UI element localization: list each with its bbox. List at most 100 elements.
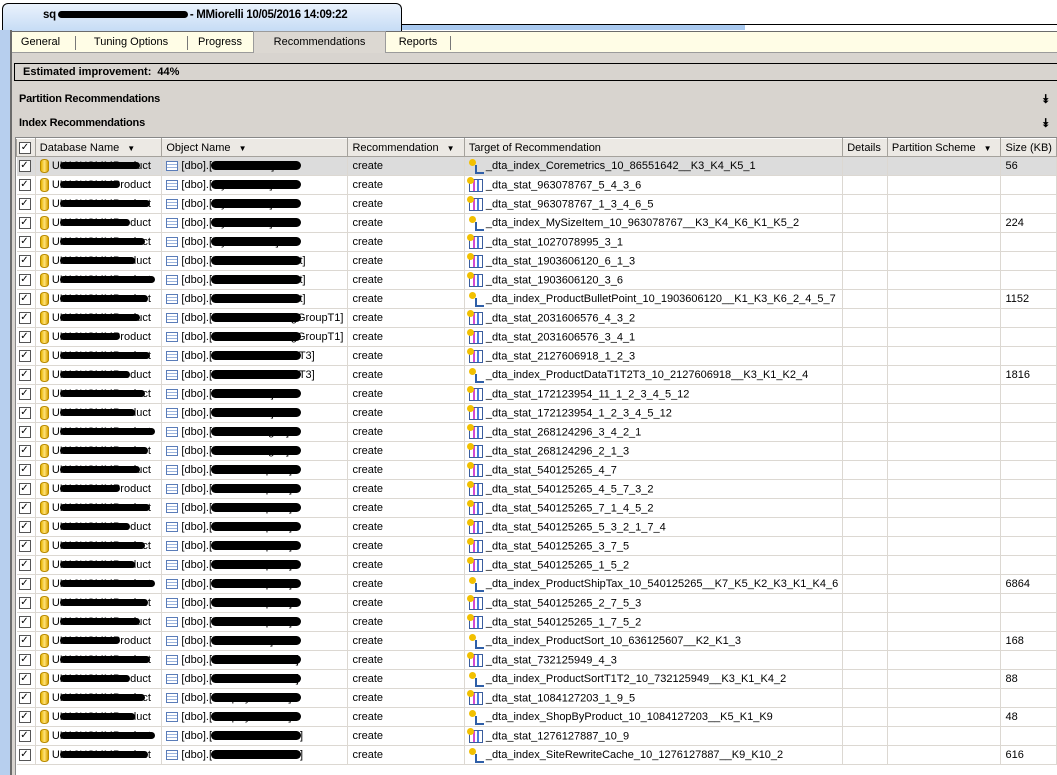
details-cell[interactable] (842, 403, 888, 423)
table-row[interactable]: ✓ UK16HSMMProduct [dbo].[Coremetrics] cre… (16, 156, 1057, 176)
table-row[interactable]: ✓ UK16HSMMProduct [dbo].[MySizeItem] crea… (16, 194, 1057, 214)
details-cell[interactable] (842, 536, 888, 556)
table-row[interactable]: ✓ UK16HSMMProduct [dbo].[ProductShipTax]… (16, 555, 1057, 575)
column-header-size-kb[interactable]: Size (KB) (1000, 138, 1057, 157)
row-checkbox[interactable]: ✓ (18, 464, 31, 477)
row-checkbox[interactable]: ✓ (18, 331, 31, 344)
filter-dropdown-icon[interactable]: ▼ (447, 144, 455, 153)
collapse-chevron-icon[interactable]: ⯯ (1042, 112, 1049, 134)
row-checkbox-cell[interactable]: ✓ (16, 175, 36, 195)
row-checkbox-cell[interactable]: ✓ (16, 574, 36, 594)
row-checkbox-cell[interactable]: ✓ (16, 669, 36, 689)
details-cell[interactable] (842, 156, 888, 176)
row-checkbox-cell[interactable]: ✓ (16, 441, 36, 461)
row-checkbox[interactable]: ✓ (18, 597, 31, 610)
table-row[interactable]: ✓ UK16HSMMProduct [dbo].[ProductShipTax]… (16, 574, 1057, 594)
row-checkbox-cell[interactable]: ✓ (16, 631, 36, 651)
table-row[interactable]: ✓ UK16HSMMProduct [dbo].[ProductBulletPo… (16, 251, 1057, 271)
row-checkbox[interactable]: ✓ (18, 483, 31, 496)
tab-general[interactable]: General (12, 32, 69, 53)
details-cell[interactable] (842, 289, 888, 309)
row-checkbox[interactable]: ✓ (18, 293, 31, 306)
table-row[interactable]: ✓ UK16HSMMProduct [dbo].[ProductClassSeg… (16, 327, 1057, 347)
row-checkbox[interactable]: ✓ (18, 274, 31, 287)
row-checkbox-cell[interactable]: ✓ (16, 593, 36, 613)
details-cell[interactable] (842, 612, 888, 632)
column-header-object-name[interactable]: Object Name ▼ (161, 138, 349, 157)
table-row[interactable]: ✓ UK16HSMMProduct [dbo].[ProductShipTax]… (16, 593, 1057, 613)
filter-dropdown-icon[interactable]: ▼ (239, 144, 247, 153)
row-checkbox-cell[interactable]: ✓ (16, 612, 36, 632)
table-row[interactable]: ✓ UK16HSMMProduct [dbo].[ProductSortT1T2… (16, 650, 1057, 670)
row-checkbox[interactable]: ✓ (18, 730, 31, 743)
row-checkbox[interactable]: ✓ (18, 179, 31, 192)
details-cell[interactable] (842, 422, 888, 442)
select-all-checkbox[interactable]: ✓ (19, 141, 31, 154)
row-checkbox[interactable]: ✓ (18, 312, 31, 325)
details-cell[interactable] (842, 707, 888, 727)
table-row[interactable]: ✓ UK16HSMMProduct [dbo].[MySizeItem] crea… (16, 175, 1057, 195)
details-cell[interactable] (842, 498, 888, 518)
row-checkbox-cell[interactable]: ✓ (16, 213, 36, 233)
row-checkbox[interactable]: ✓ (18, 217, 31, 230)
details-cell[interactable] (842, 650, 888, 670)
table-row[interactable]: ✓ UK16HSMMProduct [dbo].[SiteRewriteCach… (16, 726, 1057, 746)
row-checkbox-cell[interactable]: ✓ (16, 688, 36, 708)
row-checkbox-cell[interactable]: ✓ (16, 745, 36, 765)
row-checkbox[interactable]: ✓ (18, 540, 31, 553)
row-checkbox[interactable]: ✓ (18, 198, 31, 211)
table-row[interactable]: ✓ UK16HSMMProduct [dbo].[ProductSortT1T2… (16, 669, 1057, 689)
tab-reports[interactable]: Reports (387, 32, 449, 53)
table-row[interactable]: ✓ UK16HSMMProduct [dbo].[ProductImages] c… (16, 441, 1057, 461)
row-checkbox-cell[interactable]: ✓ (16, 327, 36, 347)
row-checkbox[interactable]: ✓ (18, 236, 31, 249)
row-checkbox[interactable]: ✓ (18, 749, 31, 762)
table-row[interactable]: ✓ UK16HSMMProduct [dbo].[ProductDataT1T2… (16, 346, 1057, 366)
row-checkbox-cell[interactable]: ✓ (16, 650, 36, 670)
row-checkbox[interactable]: ✓ (18, 654, 31, 667)
table-row[interactable]: ✓ UK16HSMMProduct [dbo].[ProductShipTax]… (16, 517, 1057, 537)
row-checkbox[interactable]: ✓ (18, 635, 31, 648)
row-checkbox[interactable]: ✓ (18, 616, 31, 629)
row-checkbox-cell[interactable]: ✓ (16, 555, 36, 575)
row-checkbox-cell[interactable]: ✓ (16, 194, 36, 214)
session-document-tab[interactable]: sq - MMiorelli 10/05/2016 14:09:22 (2, 3, 402, 31)
row-checkbox[interactable]: ✓ (18, 502, 31, 515)
table-row[interactable]: ✓ UK16HSMMProduct [dbo].[ProductShipTax]… (16, 612, 1057, 632)
table-row[interactable]: ✓ UK16HSMMProduct [dbo].[ProductShipTax]… (16, 498, 1057, 518)
details-cell[interactable] (842, 346, 888, 366)
table-row[interactable]: ✓ UK16HSMMProduct [dbo].[SiteRewriteCach… (16, 745, 1057, 765)
table-row[interactable]: ✓ UK16HSMMProduct [dbo].[ProductDataT1T2… (16, 365, 1057, 385)
row-checkbox-cell[interactable]: ✓ (16, 726, 36, 746)
row-checkbox[interactable]: ✓ (18, 521, 31, 534)
row-checkbox[interactable]: ✓ (18, 388, 31, 401)
table-row[interactable]: ✓ UK16HSMMProduct [dbo].[ProductBulletPo… (16, 270, 1057, 290)
row-checkbox-cell[interactable]: ✓ (16, 270, 36, 290)
details-cell[interactable] (842, 669, 888, 689)
row-checkbox[interactable]: ✓ (18, 350, 31, 363)
row-checkbox[interactable]: ✓ (18, 407, 31, 420)
details-cell[interactable] (842, 479, 888, 499)
table-row[interactable]: ✓ UK16HSMMProduct [dbo].[ProductShipTax]… (16, 536, 1057, 556)
details-cell[interactable] (842, 213, 888, 233)
expand-chevron-icon[interactable]: ⯯ (1042, 88, 1049, 110)
table-row[interactable]: ✓ UK16HSMMProduct [dbo].[ProductSort] cre… (16, 631, 1057, 651)
row-checkbox-cell[interactable]: ✓ (16, 156, 36, 176)
details-cell[interactable] (842, 327, 888, 347)
details-cell[interactable] (842, 365, 888, 385)
row-checkbox-cell[interactable]: ✓ (16, 517, 36, 537)
details-cell[interactable] (842, 194, 888, 214)
row-checkbox[interactable]: ✓ (18, 692, 31, 705)
column-header-target[interactable]: Target of Recommendation (463, 138, 844, 157)
table-row[interactable]: ✓ UK16HSMMProduct [dbo].[ProductBulletPo… (16, 289, 1057, 309)
details-cell[interactable] (842, 384, 888, 404)
row-checkbox-cell[interactable]: ✓ (16, 498, 36, 518)
row-checkbox[interactable]: ✓ (18, 445, 31, 458)
tab-tuning-options[interactable]: Tuning Options (76, 32, 186, 53)
table-row[interactable]: ✓ UK16HSMMProduct [dbo].[MySizeItem] crea… (16, 213, 1057, 233)
row-checkbox-cell[interactable]: ✓ (16, 251, 36, 271)
select-all-header[interactable]: ✓ (16, 138, 36, 157)
table-row[interactable]: ✓ UK16HSMMProduct [dbo].[MySizeItem2] cre… (16, 232, 1057, 252)
tab-progress[interactable]: Progress (188, 32, 252, 53)
filter-dropdown-icon[interactable]: ▼ (127, 144, 135, 153)
